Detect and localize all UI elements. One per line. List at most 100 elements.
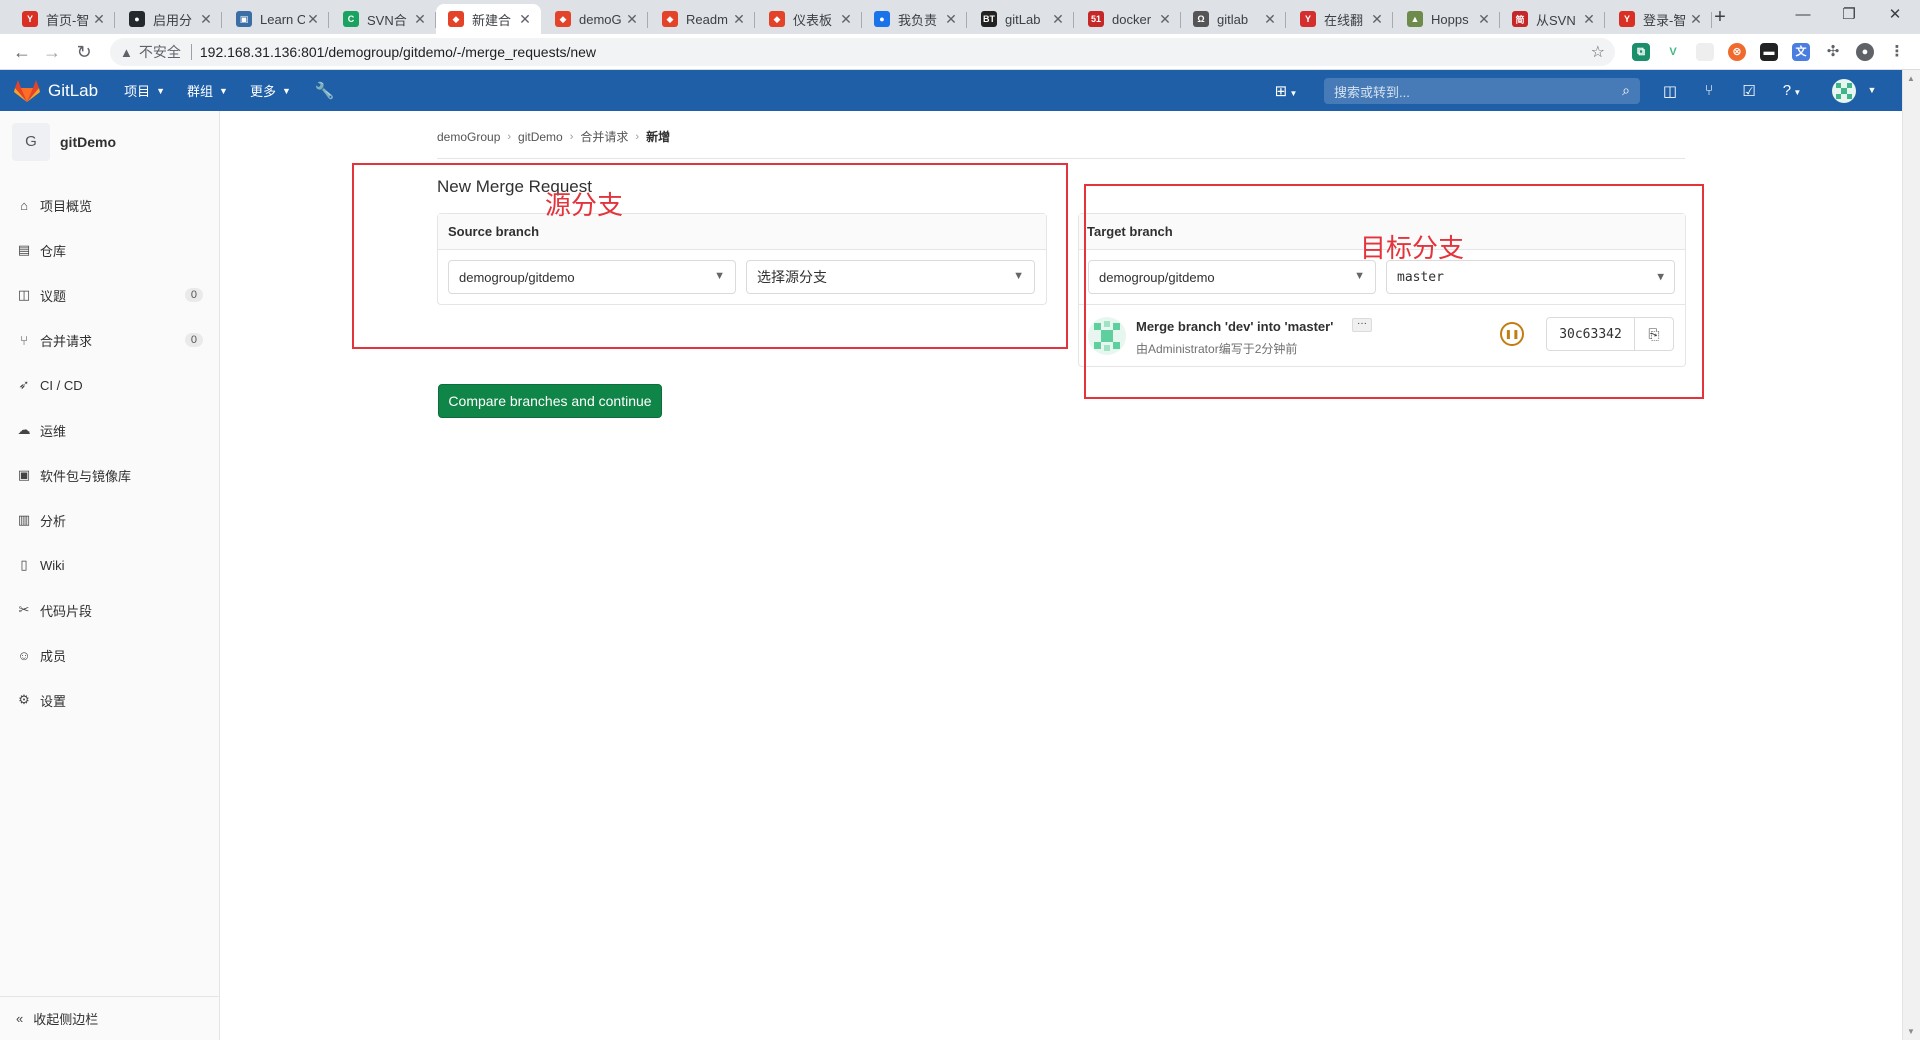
tab-close-icon[interactable]: ✕ [1157, 11, 1173, 28]
extension-orange-icon[interactable]: ⊗ [1728, 43, 1746, 61]
search-input[interactable]: 搜索或转到... ⌕ [1324, 78, 1640, 104]
collapse-sidebar-button[interactable]: « 收起侧边栏 [0, 996, 219, 1040]
avatar-chevron-icon[interactable]: ▼ [1862, 85, 1882, 95]
browser-tab[interactable]: ● 我负责 ✕ [862, 4, 967, 34]
browser-tab[interactable]: 51 docker ✕ [1076, 4, 1181, 34]
chevron-down-icon: ▼ [281, 85, 291, 96]
todos-header-icon[interactable]: ☑ [1739, 82, 1759, 100]
page-scrollbar[interactable]: ▲ ▼ [1902, 70, 1920, 1040]
forward-icon[interactable]: → [40, 40, 64, 64]
browser-tab[interactable]: Y 在线翻 ✕ [1288, 4, 1393, 34]
tab-favicon-icon: C [343, 11, 359, 27]
help-icon[interactable]: ? ▼ [1774, 82, 1810, 99]
sidebar-item[interactable]: ⚙ 设置 [0, 682, 219, 718]
browser-tab[interactable]: ◆ 仪表板 ✕ [757, 4, 862, 34]
reload-icon[interactable]: ↻ [72, 40, 96, 64]
sidebar-item[interactable]: ☁ 运维 [0, 412, 219, 448]
menu-more-label: 更多 [249, 84, 276, 99]
sidebar-item[interactable]: ⑂ 合并请求 0 [0, 322, 219, 358]
browser-tab[interactable]: ● 启用分 ✕ [117, 4, 222, 34]
sidebar-item[interactable]: ⌂ 项目概览 [0, 187, 219, 223]
tab-separator [1285, 12, 1286, 28]
maximize-button[interactable]: ❐ [1826, 0, 1872, 34]
gitlab-home-link[interactable]: GitLab [14, 79, 98, 103]
extensions-puzzle-icon[interactable]: ✣ [1824, 43, 1842, 61]
sidebar-item[interactable]: ▥ 分析 [0, 502, 219, 538]
sidebar-item[interactable]: ✂ 代码片段 [0, 592, 219, 628]
merge-requests-header-icon[interactable]: ⑂ [1699, 82, 1719, 99]
sidebar-project-header[interactable]: G gitDemo [0, 111, 219, 172]
tab-close-icon[interactable]: ✕ [1476, 11, 1492, 28]
tab-favicon-icon: ◆ [662, 11, 678, 27]
browser-tab[interactable]: BT gitLab ✕ [969, 4, 1074, 34]
issues-header-icon[interactable]: ◫ [1660, 82, 1680, 100]
extension-dark-icon[interactable]: ▬ [1760, 43, 1778, 61]
browser-tab[interactable]: Ωgitlab ✕ [1181, 4, 1286, 34]
browser-tab[interactable]: ◆ 新建合 ✕ [436, 4, 541, 34]
tab-close-icon[interactable]: ✕ [1688, 11, 1704, 28]
browser-tab[interactable]: C SVN合 ✕ [331, 4, 436, 34]
menu-projects[interactable]: 项目 ▼ [124, 81, 165, 100]
breadcrumb-current[interactable]: 新增 [646, 128, 670, 145]
browser-toolbar: ← → ↻ ▲ 不安全 192.168.31.136:801/demogroup… [0, 34, 1920, 70]
browser-menu-icon[interactable]: ⋮ [1888, 43, 1906, 61]
browser-tab[interactable]: Y 首页-智 ✕ [10, 4, 115, 34]
tab-close-icon[interactable]: ✕ [412, 11, 428, 28]
breadcrumb-project[interactable]: gitDemo [518, 130, 563, 144]
browser-tab[interactable]: ◆ Readm ✕ [650, 4, 755, 34]
tab-close-icon[interactable]: ✕ [838, 11, 854, 28]
extension-vue-icon[interactable]: V [1664, 43, 1682, 61]
tab-favicon-icon: Y [1300, 11, 1316, 27]
tab-close-icon[interactable]: ✕ [305, 11, 321, 28]
browser-tab[interactable]: ▲ Hopps ✕ [1395, 4, 1500, 34]
extension-translate-icon[interactable]: ⧉ [1632, 43, 1650, 61]
chevron-down-icon: ▼ [156, 85, 166, 96]
tab-title: SVN合 [367, 12, 407, 28]
tab-close-icon[interactable]: ✕ [1369, 11, 1385, 28]
sidebar-item[interactable]: ▣ 软件包与镜像库 [0, 457, 219, 493]
sidebar-item[interactable]: ➶ CI / CD [0, 367, 219, 403]
extension-google-translate-icon[interactable]: 文 [1792, 43, 1810, 61]
new-dropdown-plus-icon[interactable]: ⊞ ▼ [1270, 82, 1302, 100]
user-avatar[interactable] [1832, 79, 1856, 103]
tab-title: Hopps [1431, 11, 1469, 27]
address-bar[interactable]: ▲ 不安全 192.168.31.136:801/demogroup/gitde… [110, 38, 1615, 66]
admin-wrench-icon[interactable]: 🔧 [315, 81, 335, 101]
tab-close-icon[interactable]: ✕ [624, 11, 640, 28]
breadcrumb-group[interactable]: demoGroup [437, 130, 500, 144]
tab-close-icon[interactable]: ✕ [198, 11, 214, 28]
tab-title: 新建合 [472, 12, 512, 28]
tab-title: demoG [579, 11, 622, 27]
browser-tab[interactable]: ▣ Learn C ✕ [224, 4, 329, 34]
browser-tab[interactable]: Y 登录-智 ✕ [1607, 4, 1712, 34]
tab-close-icon[interactable]: ✕ [1050, 11, 1066, 28]
tab-close-icon[interactable]: ✕ [517, 11, 533, 28]
profile-icon[interactable]: ● [1856, 43, 1874, 61]
sidebar-item-count-badge: 0 [184, 333, 203, 347]
extension-blank-icon[interactable] [1696, 43, 1714, 61]
tab-close-icon[interactable]: ✕ [91, 11, 107, 28]
tab-close-icon[interactable]: ✕ [731, 11, 747, 28]
breadcrumb-merge-requests[interactable]: 合并请求 [580, 128, 628, 145]
sidebar-item[interactable]: ◫ 议题 0 [0, 277, 219, 313]
compare-branches-button[interactable]: Compare branches and continue [438, 384, 662, 418]
scroll-up-icon[interactable]: ▲ [1907, 74, 1915, 83]
sidebar-item-label: 分析 [40, 513, 67, 529]
tab-close-icon[interactable]: ✕ [1581, 11, 1597, 28]
menu-more[interactable]: 更多 ▼ [250, 81, 291, 100]
url-text[interactable]: 192.168.31.136:801/demogroup/gitdemo/-/m… [200, 44, 596, 60]
close-window-button[interactable]: ✕ [1872, 0, 1918, 34]
browser-tab[interactable]: ◆ demoG ✕ [543, 4, 648, 34]
sidebar-item[interactable]: ▯ Wiki [0, 547, 219, 583]
sidebar-item[interactable]: ▤ 仓库 [0, 232, 219, 268]
browser-tab[interactable]: 简从SVN ✕ [1500, 4, 1605, 34]
menu-groups[interactable]: 群组 ▼ [187, 81, 228, 100]
back-icon[interactable]: ← [10, 40, 34, 64]
tab-close-icon[interactable]: ✕ [1262, 11, 1278, 28]
bookmark-star-icon[interactable]: ☆ [1591, 42, 1605, 62]
tab-close-icon[interactable]: ✕ [943, 11, 959, 28]
scroll-down-icon[interactable]: ▼ [1907, 1027, 1915, 1036]
minimize-button[interactable]: — [1780, 0, 1826, 34]
users-icon: ☺ [17, 647, 31, 663]
sidebar-item[interactable]: ☺ 成员 [0, 637, 219, 673]
